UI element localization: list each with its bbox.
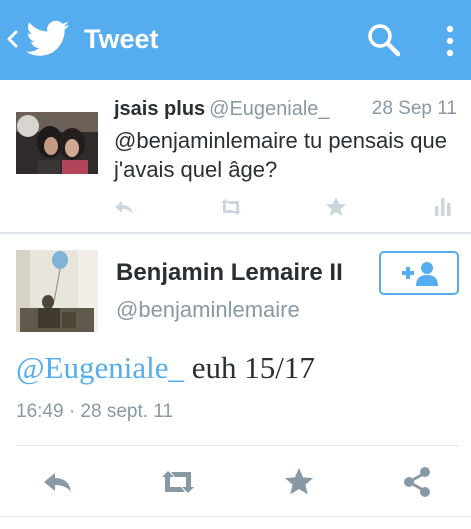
section-divider [0,232,471,234]
tweet-timestamp[interactable]: 16:49 · 28 sept. 11 [16,401,173,423]
retweet-icon[interactable] [218,192,244,222]
share-icon[interactable] [400,462,434,502]
reply-header: jsais plus @Eugeniale_ [114,98,330,121]
reply-author-handle[interactable]: @Eugeniale_ [209,98,329,120]
reply-tweet[interactable]: jsais plus @Eugeniale_ 28 Sep 11 @benjami… [0,80,471,232]
reply-timestamp: 28 Sep 11 [371,98,457,119]
tweet-action-bar [0,462,471,502]
tweet-body: euh 15/17 [184,350,315,385]
page-title: Tweet [84,24,159,54]
reply-icon[interactable] [40,462,76,502]
add-person-icon [402,262,438,286]
star-icon[interactable] [282,462,316,502]
follow-button[interactable] [379,251,459,295]
tweet-text: @Eugeniale_ euh 15/17 [16,350,315,386]
reply-avatar[interactable] [16,112,98,174]
reply-author-name[interactable]: jsais plus [114,98,205,120]
reply-action-bar [0,192,471,222]
retweet-icon[interactable] [158,462,198,502]
action-bar: Tweet [0,0,471,80]
chevron-left-icon[interactable] [4,24,20,54]
star-icon[interactable] [324,192,348,222]
author-name[interactable]: Benjamin Lemaire II [116,259,343,287]
author-handle[interactable]: @benjaminlemaire [116,297,300,323]
bar-chart-icon[interactable] [432,192,454,222]
divider [16,445,459,446]
author-avatar[interactable] [16,250,98,332]
reply-tweet-text: @benjaminlemaire tu pensais que j'avais … [114,128,447,182]
twitter-bird-icon[interactable] [26,20,70,58]
overflow-menu-icon[interactable] [438,22,462,62]
search-icon[interactable] [364,20,404,60]
mention-link[interactable]: @Eugeniale_ [16,350,184,385]
reply-icon[interactable] [112,192,136,222]
divider [0,516,471,517]
